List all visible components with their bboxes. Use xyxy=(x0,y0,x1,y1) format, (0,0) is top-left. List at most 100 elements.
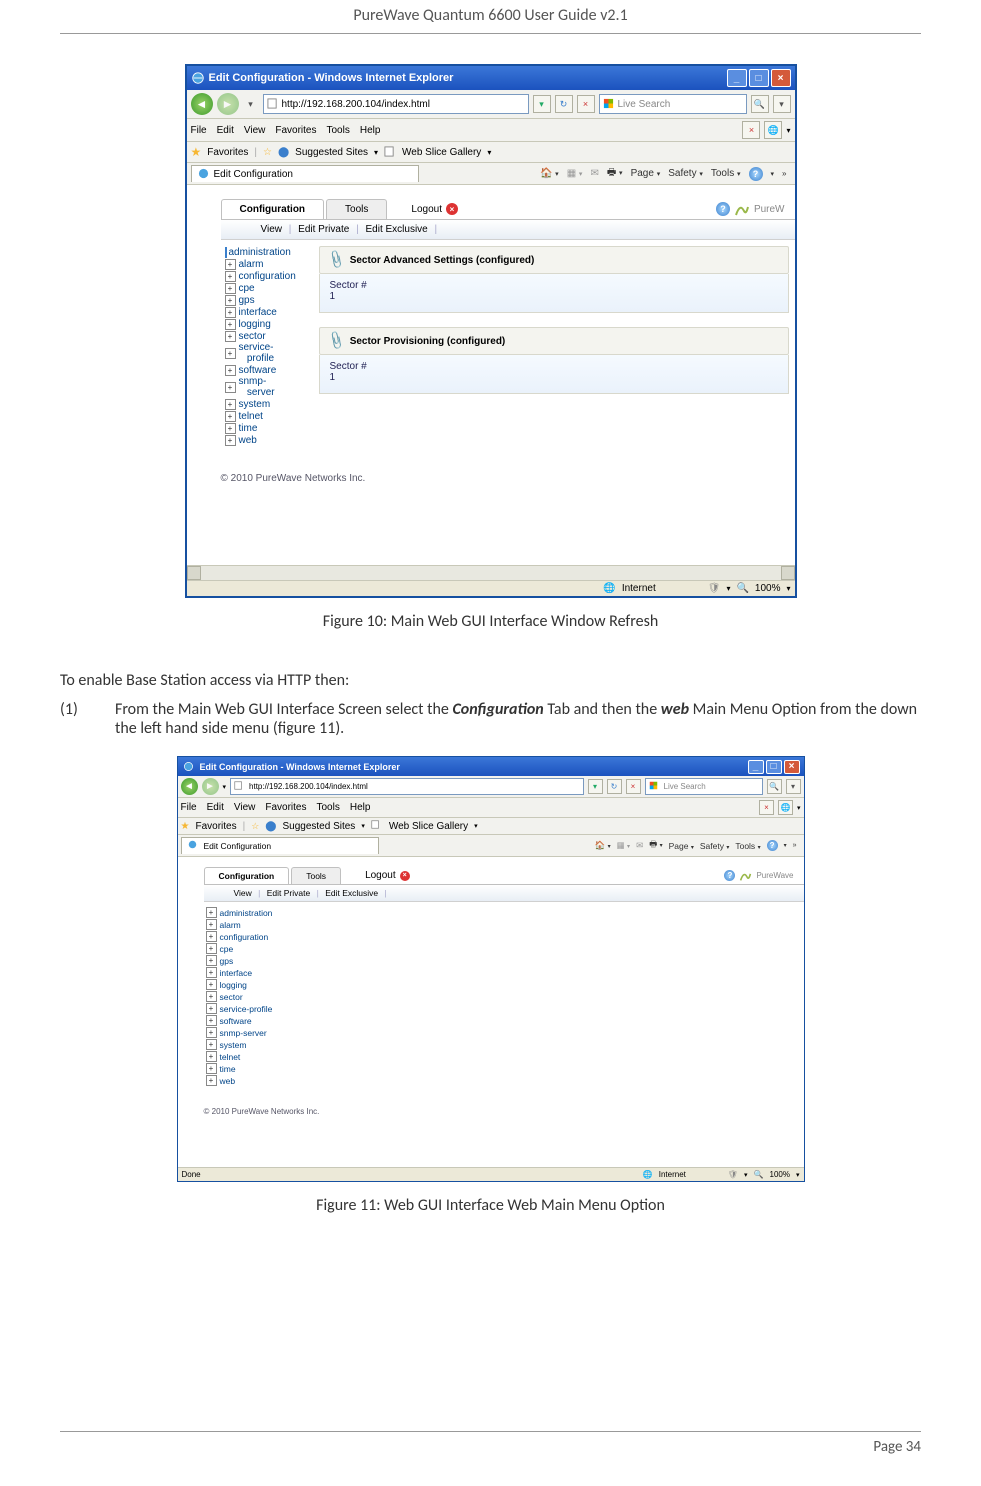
tree-node-logging[interactable]: +logging xyxy=(206,979,302,990)
sector-value[interactable]: 1 xyxy=(330,291,778,302)
tree-node-sector[interactable]: +sector xyxy=(225,331,315,342)
logout-link[interactable]: Logout × xyxy=(365,870,410,881)
tree-node-administration[interactable]: administration xyxy=(225,247,315,258)
convert-icon[interactable]: 🌐 xyxy=(764,121,782,139)
safety-menu[interactable]: Safety ▾ xyxy=(700,841,730,851)
tree-node-service-profile[interactable]: +service-profile xyxy=(206,1003,302,1014)
help-icon[interactable]: ? xyxy=(724,870,735,881)
section-header-1[interactable]: 📎 Sector Advanced Settings (configured) xyxy=(319,246,789,274)
tree-node-logging[interactable]: +logging xyxy=(225,319,315,330)
zoom-value[interactable]: 100% xyxy=(770,1170,790,1179)
mail-icon[interactable]: ✉ xyxy=(636,840,643,851)
search-dropdown[interactable]: ▾ xyxy=(773,95,791,113)
favorites-star-icon[interactable]: ★ xyxy=(191,145,202,159)
tab-tools[interactable]: Tools xyxy=(326,199,387,219)
menu-view[interactable]: View xyxy=(234,802,256,813)
tree-node-software[interactable]: +software xyxy=(206,1015,302,1026)
browser-tab[interactable]: Edit Configuration xyxy=(181,837,379,854)
tree-node-telnet[interactable]: +telnet xyxy=(206,1051,302,1062)
tree-node-alarm[interactable]: +alarm xyxy=(225,259,315,270)
menu-file[interactable]: File xyxy=(181,802,197,813)
refresh-button[interactable]: ↻ xyxy=(555,95,573,113)
back-button[interactable]: ◄ xyxy=(191,93,213,115)
tools-menu[interactable]: Tools ▾ xyxy=(735,841,760,851)
tree-node-alarm[interactable]: +alarm xyxy=(206,919,302,930)
subtab-view[interactable]: View xyxy=(261,224,283,235)
tree-node-snmp-server[interactable]: +snmp- server xyxy=(225,377,315,398)
search-box[interactable]: Live Search xyxy=(599,94,747,114)
dropdown-icon[interactable]: ▾ xyxy=(243,96,259,112)
search-go-button[interactable]: 🔍 xyxy=(767,779,782,794)
horizontal-scrollbar[interactable] xyxy=(187,565,795,580)
help-icon[interactable]: ? xyxy=(767,840,778,851)
search-dropdown[interactable]: ▾ xyxy=(786,779,801,794)
page-menu[interactable]: Page ▾ xyxy=(631,168,661,179)
subtab-edit-private[interactable]: Edit Private xyxy=(298,224,349,235)
menu-tools[interactable]: Tools xyxy=(326,125,349,136)
section-header-2[interactable]: 📎 Sector Provisioning (configured) xyxy=(319,327,789,355)
tree-node-cpe[interactable]: +cpe xyxy=(206,943,302,954)
convert-dropdown[interactable]: ▾ xyxy=(797,804,801,812)
tree-node-sector[interactable]: +sector xyxy=(206,991,302,1002)
tree-node-cpe[interactable]: +cpe xyxy=(225,283,315,294)
logout-link[interactable]: Logout × xyxy=(411,203,458,215)
tree-node-system[interactable]: +system xyxy=(225,399,315,410)
print-icon[interactable]: 🖶 ▾ xyxy=(607,165,623,182)
suggested-sites-link[interactable]: Suggested Sites xyxy=(295,147,368,158)
maximize-button[interactable]: □ xyxy=(766,760,782,774)
help-icon[interactable]: ? xyxy=(716,202,730,216)
page-menu[interactable]: Page ▾ xyxy=(669,841,694,851)
address-bar[interactable]: http://192.168.200.104/index.html xyxy=(263,94,529,114)
menu-favorites[interactable]: Favorites xyxy=(265,802,306,813)
tree-node-software[interactable]: +software xyxy=(225,365,315,376)
search-box[interactable]: Live Search xyxy=(645,778,763,795)
menu-tools[interactable]: Tools xyxy=(316,802,339,813)
search-go-button[interactable]: 🔍 xyxy=(751,95,769,113)
home-icon[interactable]: 🏠 ▾ xyxy=(595,840,611,851)
minimize-button[interactable]: _ xyxy=(727,69,747,87)
close-button[interactable]: × xyxy=(784,760,800,774)
menu-help[interactable]: Help xyxy=(350,802,371,813)
tree-node-telnet[interactable]: +telnet xyxy=(225,411,315,422)
tree-node-time[interactable]: +time xyxy=(206,1063,302,1074)
safety-menu[interactable]: Safety ▾ xyxy=(668,168,703,179)
help-icon[interactable]: ? xyxy=(749,167,763,181)
feeds-icon[interactable]: ▦ ▾ xyxy=(567,168,583,179)
tab-configuration[interactable]: Configuration xyxy=(221,199,325,219)
stop-button[interactable]: × xyxy=(577,95,595,113)
menu-help[interactable]: Help xyxy=(360,125,381,136)
subtab-edit-exclusive[interactable]: Edit Exclusive xyxy=(325,888,378,898)
address-bar[interactable]: http://192.168.200.104/index.html xyxy=(230,778,583,795)
favorites-star-icon[interactable]: ★ xyxy=(181,821,190,832)
tab-configuration[interactable]: Configuration xyxy=(204,867,290,884)
maximize-button[interactable]: □ xyxy=(749,69,769,87)
menu-edit[interactable]: Edit xyxy=(217,125,234,136)
popup-close-icon[interactable]: × xyxy=(759,800,774,815)
menu-view[interactable]: View xyxy=(244,125,266,136)
close-button[interactable]: × xyxy=(771,69,791,87)
suggested-sites-link[interactable]: Suggested Sites xyxy=(282,821,355,832)
tree-node-gps[interactable]: +gps xyxy=(225,295,315,306)
back-button[interactable]: ◄ xyxy=(181,778,198,795)
add-fav-icon[interactable]: ☆ xyxy=(251,821,259,832)
tree-node-interface[interactable]: +interface xyxy=(225,307,315,318)
dropdown-icon[interactable]: ▾ xyxy=(223,783,227,791)
favorites-label[interactable]: Favorites xyxy=(195,821,236,832)
webslice-link[interactable]: Web Slice Gallery xyxy=(402,147,481,158)
tree-node-interface[interactable]: +interface xyxy=(206,967,302,978)
home-icon[interactable]: 🏠 ▾ xyxy=(540,168,559,179)
go-button[interactable]: ▾ xyxy=(533,95,551,113)
print-icon[interactable]: 🖶 ▾ xyxy=(649,839,662,853)
add-fav-icon[interactable]: ☆ xyxy=(263,147,272,158)
subtab-view[interactable]: View xyxy=(234,888,252,898)
menu-file[interactable]: File xyxy=(191,125,207,136)
zoom-icon[interactable]: 🔍 xyxy=(754,1170,764,1179)
subtab-edit-exclusive[interactable]: Edit Exclusive xyxy=(365,224,427,235)
forward-button[interactable]: ► xyxy=(202,778,219,795)
tree-node-configuration[interactable]: +configuration xyxy=(225,271,315,282)
popup-close-icon[interactable]: × xyxy=(742,121,760,139)
tree-node-configuration[interactable]: +configuration xyxy=(206,931,302,942)
sector-value[interactable]: 1 xyxy=(330,372,778,383)
tree-node-administration[interactable]: +administration xyxy=(206,907,302,918)
convert-icon[interactable]: 🌐 xyxy=(778,800,793,815)
